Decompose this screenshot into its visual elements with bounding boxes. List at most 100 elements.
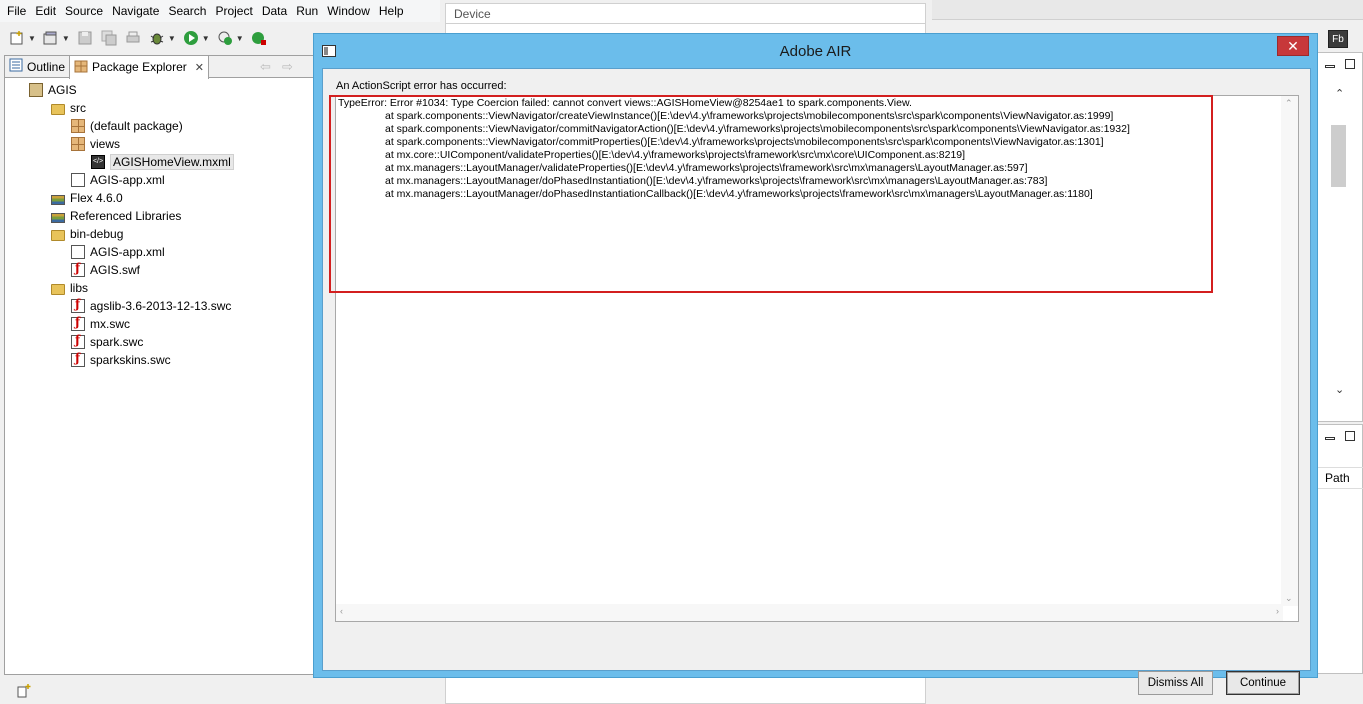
folder-icon [51,103,65,115]
menu-item-file[interactable]: File [7,4,26,18]
package-explorer-panel: Outline Package Explorer ✕ ⇦ ⇨ AGIS src (d… [4,55,314,675]
chevron-down-icon[interactable]: ▼ [236,34,244,43]
menu-item-data[interactable]: Data [262,4,287,18]
run-icon[interactable] [182,29,200,47]
package-icon [71,119,85,133]
back-arrow-icon[interactable]: ⇦ [260,59,271,75]
outline-icon [9,58,23,75]
chevron-down-icon[interactable]: ▼ [28,34,36,43]
menu-item-run[interactable]: Run [296,4,318,18]
tree-item[interactable]: views [5,135,313,153]
dialog-title: Adobe AIR [779,42,852,60]
tree-item-label: sparkskins.swc [90,353,171,367]
column-header-path[interactable]: Path [1317,467,1363,489]
tab-package-explorer[interactable]: Package Explorer ✕ [69,55,209,79]
menu-item-project[interactable]: Project [215,4,252,18]
print-icon[interactable] [124,29,142,47]
tree-item[interactable]: agslib-3.6-2013-12-13.swc [5,297,313,315]
tree-item-label: mx.swc [90,317,130,331]
package-explorer-icon [74,59,88,76]
tree-item[interactable]: src [5,99,313,117]
horizontal-scrollbar[interactable]: ‹ › [336,604,1283,621]
menu-item-search[interactable]: Search [168,4,206,18]
chevron-down-icon[interactable]: ▼ [202,34,210,43]
scroll-up-icon[interactable]: ⌃ [1285,98,1293,109]
tree-item[interactable]: spark.swc [5,333,313,351]
new-project-icon[interactable] [42,29,60,47]
tree-item-label: Referenced Libraries [70,209,182,223]
tree-item[interactable]: (default package) [5,117,313,135]
menu-item-edit[interactable]: Edit [35,4,56,18]
new-view-icon[interactable] [16,683,32,702]
scroll-up-icon[interactable]: ⌃ [1335,87,1344,100]
menu-item-window[interactable]: Window [327,4,370,18]
tree-item-label: Flex 4.6.0 [70,191,123,205]
folder-icon [51,283,65,295]
tab-outline-label: Outline [27,59,66,74]
dismiss-all-button[interactable]: Dismiss All [1138,671,1213,695]
tree-item-label: AGIS-app.xml [90,173,165,187]
tree-item-label: (default package) [90,119,183,133]
tree-item[interactable]: AGIS-app.xml [5,243,313,261]
tree-item[interactable]: AGIS-app.xml [5,171,313,189]
debug-icon[interactable] [148,29,166,47]
tab-package-explorer-label: Package Explorer [92,60,187,74]
package-icon [71,137,85,151]
scroll-down-icon[interactable]: ⌄ [1335,383,1344,396]
error-highlight-box [329,95,1213,293]
scroll-down-icon[interactable]: ⌄ [1285,593,1293,604]
scroll-right-icon[interactable]: › [1276,606,1279,616]
chevron-down-icon[interactable]: ▼ [168,34,176,43]
menu-item-help[interactable]: Help [379,4,404,18]
xml-file-icon [71,173,85,187]
tree-item[interactable]: mx.swc [5,315,313,333]
tree-item[interactable]: Flex 4.6.0 [5,189,313,207]
scrollbar-thumb[interactable] [1331,125,1346,187]
continue-button[interactable]: Continue [1226,671,1300,695]
close-icon[interactable]: ✕ [195,61,204,74]
minimize-icon[interactable] [1325,437,1335,440]
tree-item-label: bin-debug [70,227,124,241]
save-all-icon[interactable] [100,29,118,47]
vertical-scrollbar[interactable]: ⌃ ⌄ [1281,96,1298,606]
right-panel-top: ⌃ ⌄ [1316,52,1363,422]
tree-item-label: spark.swc [90,335,144,349]
flash-builder-icon[interactable]: Fb [1328,30,1348,48]
tree-item-label: AGIS.swf [90,263,141,277]
tree-item-label: AGIS [48,83,77,97]
tree-item[interactable]: sparkskins.swc [5,351,313,369]
tree-item-label: src [70,101,86,115]
tree-item-label: agslib-3.6-2013-12-13.swc [90,299,232,313]
flash-file-icon [71,261,85,277]
profile-icon[interactable] [216,29,234,47]
close-button[interactable]: ✕ [1277,36,1309,56]
error-message: An ActionScript error has occurred: [336,80,507,92]
tab-outline[interactable]: Outline [5,56,69,78]
minimize-icon[interactable] [1325,65,1335,68]
tree-item[interactable]: Referenced Libraries [5,207,313,225]
tree-item[interactable]: bin-debug [5,225,313,243]
maximize-icon[interactable] [1345,59,1355,69]
menu-item-navigate[interactable]: Navigate [112,4,159,18]
library-icon [51,194,65,205]
library-icon [51,212,65,223]
view-tabs: Outline Package Explorer ✕ ⇦ ⇨ [5,55,313,79]
tree-item[interactable]: AGIS [5,81,313,99]
menu-item-source[interactable]: Source [65,4,103,18]
tree-item[interactable]: libs [5,279,313,297]
tree-item-label: views [90,137,121,151]
flash-file-icon [71,315,85,331]
menu-bar: File Edit Source Navigate Search Project Data R… [0,0,440,22]
folder-icon [51,229,65,241]
tree-item[interactable]: </> AGISHomeView.mxml [5,153,313,171]
flash-file-icon [71,297,85,313]
external-tools-icon[interactable] [250,29,268,47]
new-icon[interactable] [8,29,26,47]
tree-item[interactable]: AGIS.swf [5,261,313,279]
scroll-left-icon[interactable]: ‹ [340,606,343,616]
chevron-down-icon[interactable]: ▼ [62,34,70,43]
column-header-label: Path [1325,471,1350,485]
save-icon[interactable] [76,29,94,47]
forward-arrow-icon[interactable]: ⇨ [282,59,293,75]
maximize-icon[interactable] [1345,431,1355,441]
